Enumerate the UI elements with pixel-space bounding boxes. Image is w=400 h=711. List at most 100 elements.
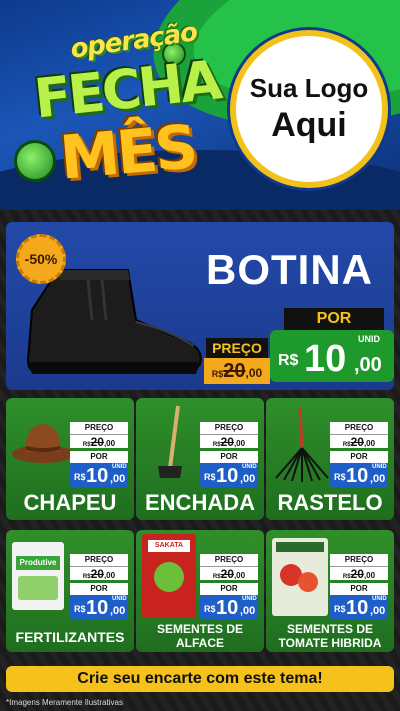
new-price-cents: ,00 [370, 473, 386, 485]
old-price-value: 20 [223, 360, 246, 382]
price-tag: PREÇO R$20,00 POR R$ 10 ,00 UNID [70, 554, 128, 619]
flyer-page: operação FECHA MÊS Sua Logo Aqui -50% BO… [0, 0, 400, 711]
new-price-currency: R$ [278, 352, 299, 369]
store-logo-placeholder: Sua Logo Aqui [230, 30, 388, 188]
new-price: R$ 10 ,00 UNID [200, 463, 258, 487]
new-price-label: POR [200, 583, 258, 595]
old-price: R$20,00 [330, 434, 388, 449]
campaign-title-line3: MÊS [57, 112, 198, 194]
old-price-currency: R$ [211, 369, 224, 379]
price-tag: PREÇO R$20,00 POR R$ 10 ,00 UNID [200, 422, 258, 487]
store-logo-line2: Aqui [271, 106, 347, 144]
price-tag: PREÇO R$20,00 POR R$ 10 ,00 UNID [70, 422, 128, 487]
old-price-value: 20 [220, 435, 234, 449]
campaign-logo: operação FECHA MÊS [14, 17, 222, 197]
green-coin-icon [14, 140, 56, 182]
old-price-cents: ,00 [103, 571, 116, 580]
old-price-cents: ,00 [363, 571, 376, 580]
price-tag: PREÇO R$20,00 POR R$ 10 ,00 UNID [200, 554, 258, 619]
unit-label: UNID [358, 334, 380, 344]
old-price: R$20,00 [330, 566, 388, 581]
unit-label: UNID [372, 596, 387, 602]
product-card-rastelo[interactable]: PREÇO R$20,00 POR R$ 10 ,00 UNID RASTELO [266, 398, 394, 520]
new-price-cents: ,00 [354, 354, 382, 376]
old-price-label: PREÇO [70, 422, 128, 434]
unit-label: UNID [112, 464, 127, 470]
package-brand: SAKATA [148, 540, 190, 552]
disclaimer-text: *Imagens Meramente Ilustrativas [6, 698, 123, 707]
price-tag: PREÇO R$20,00 POR R$ 10 ,00 UNID [330, 554, 388, 619]
new-price-currency: R$ [74, 472, 86, 482]
new-price-label: POR [70, 451, 128, 463]
old-price-value: 20 [220, 567, 234, 581]
new-price: R$ 10 ,00 UNID [200, 595, 258, 619]
new-price-currency: R$ [204, 472, 216, 482]
old-price-currency: R$ [212, 574, 221, 580]
product-card-enchada[interactable]: PREÇO R$20,00 POR R$ 10 ,00 UNID ENCHADA [136, 398, 264, 520]
old-price-label: PREÇO [200, 422, 258, 434]
product-name-line1: SEMENTES DE [286, 622, 373, 636]
product-name: CHAPEU [23, 490, 117, 515]
unit-label: UNID [112, 596, 127, 602]
product-name: ENCHADA [145, 490, 255, 515]
hat-image [12, 424, 74, 463]
new-price: R$ 10 ,00 UNID [330, 595, 388, 619]
old-price-currency: R$ [342, 574, 351, 580]
new-price: R$ 10 ,00 UNID [270, 330, 394, 382]
fertilizer-bag-image: Produtive [12, 542, 64, 610]
store-logo-line1: Sua Logo [249, 73, 369, 103]
unit-label: UNID [242, 596, 257, 602]
new-price-value: 10 [216, 597, 239, 619]
old-price-cents: ,00 [233, 571, 246, 580]
old-price: R$20,00 [70, 566, 128, 581]
product-name-line2: TOMATE HIBRIDA [278, 636, 382, 650]
new-price-cents: ,00 [110, 605, 126, 617]
new-price: R$ 10 ,00 UNID [70, 595, 128, 619]
new-price-label: POR [330, 583, 388, 595]
new-price-cents: ,00 [370, 605, 386, 617]
package-brand: Produtive [16, 556, 60, 570]
lettuce-graphic [154, 562, 184, 592]
new-price-value: 10 [346, 597, 369, 619]
old-price-value: 20 [90, 567, 104, 581]
new-price-value: 10 [346, 465, 369, 487]
old-price-cents: ,00 [363, 439, 376, 448]
old-price: R$20,00 [204, 358, 270, 384]
discount-badge: -50% [16, 234, 66, 284]
old-price: R$20,00 [200, 434, 258, 449]
product-card-chapeu[interactable]: PREÇO R$20,00 POR R$ 10 ,00 UNID CHAPEU [6, 398, 134, 520]
old-price-label: PREÇO [200, 554, 258, 566]
product-name: FERTILIZANTES [15, 629, 125, 645]
product-card-sementes-tomate[interactable]: PREÇO R$20,00 POR R$ 10 ,00 UNID SEMENTE… [266, 530, 394, 652]
product-name: RASTELO [277, 490, 383, 515]
price-tag: PREÇO R$20,00 POR R$ 10 ,00 UNID [330, 422, 388, 487]
unit-label: UNID [242, 464, 257, 470]
cta-banner[interactable]: Crie seu encarte com este tema! [6, 666, 394, 692]
old-price-currency: R$ [82, 574, 91, 580]
new-price-value: 10 [216, 465, 239, 487]
new-price-label: POR [284, 308, 384, 330]
new-price-currency: R$ [334, 472, 346, 482]
old-price-label: PREÇO [330, 554, 388, 566]
old-price-label: PREÇO [70, 554, 128, 566]
old-price-cents: ,00 [245, 366, 263, 380]
hoe-image [158, 405, 182, 478]
product-card-sementes-alface[interactable]: SAKATA PREÇO R$20,00 POR R$ 10 ,00 UNID … [136, 530, 264, 652]
new-price-label: POR [330, 451, 388, 463]
tomato-seed-pack-image [272, 538, 328, 616]
old-price-currency: R$ [342, 442, 351, 448]
new-price-value: 10 [86, 465, 109, 487]
new-price-cents: ,00 [240, 473, 256, 485]
old-price: R$20,00 [200, 566, 258, 581]
new-price-label: POR [70, 583, 128, 595]
old-price-label: PREÇO [330, 422, 388, 434]
unit-label: UNID [372, 464, 387, 470]
new-price-currency: R$ [204, 604, 216, 614]
old-price-value: 20 [350, 567, 364, 581]
product-card-fertilizantes[interactable]: Produtive PREÇO R$20,00 POR R$ 10 ,00 UN… [6, 530, 134, 652]
new-price-cents: ,00 [110, 473, 126, 485]
hero-product-card[interactable]: -50% BOTINA PREÇO R$20,00 POR R$ 10 ,00 … [6, 222, 394, 390]
new-price-value: 10 [304, 338, 347, 380]
product-name-line2: ALFACE [176, 636, 224, 650]
old-price-value: 20 [90, 435, 104, 449]
